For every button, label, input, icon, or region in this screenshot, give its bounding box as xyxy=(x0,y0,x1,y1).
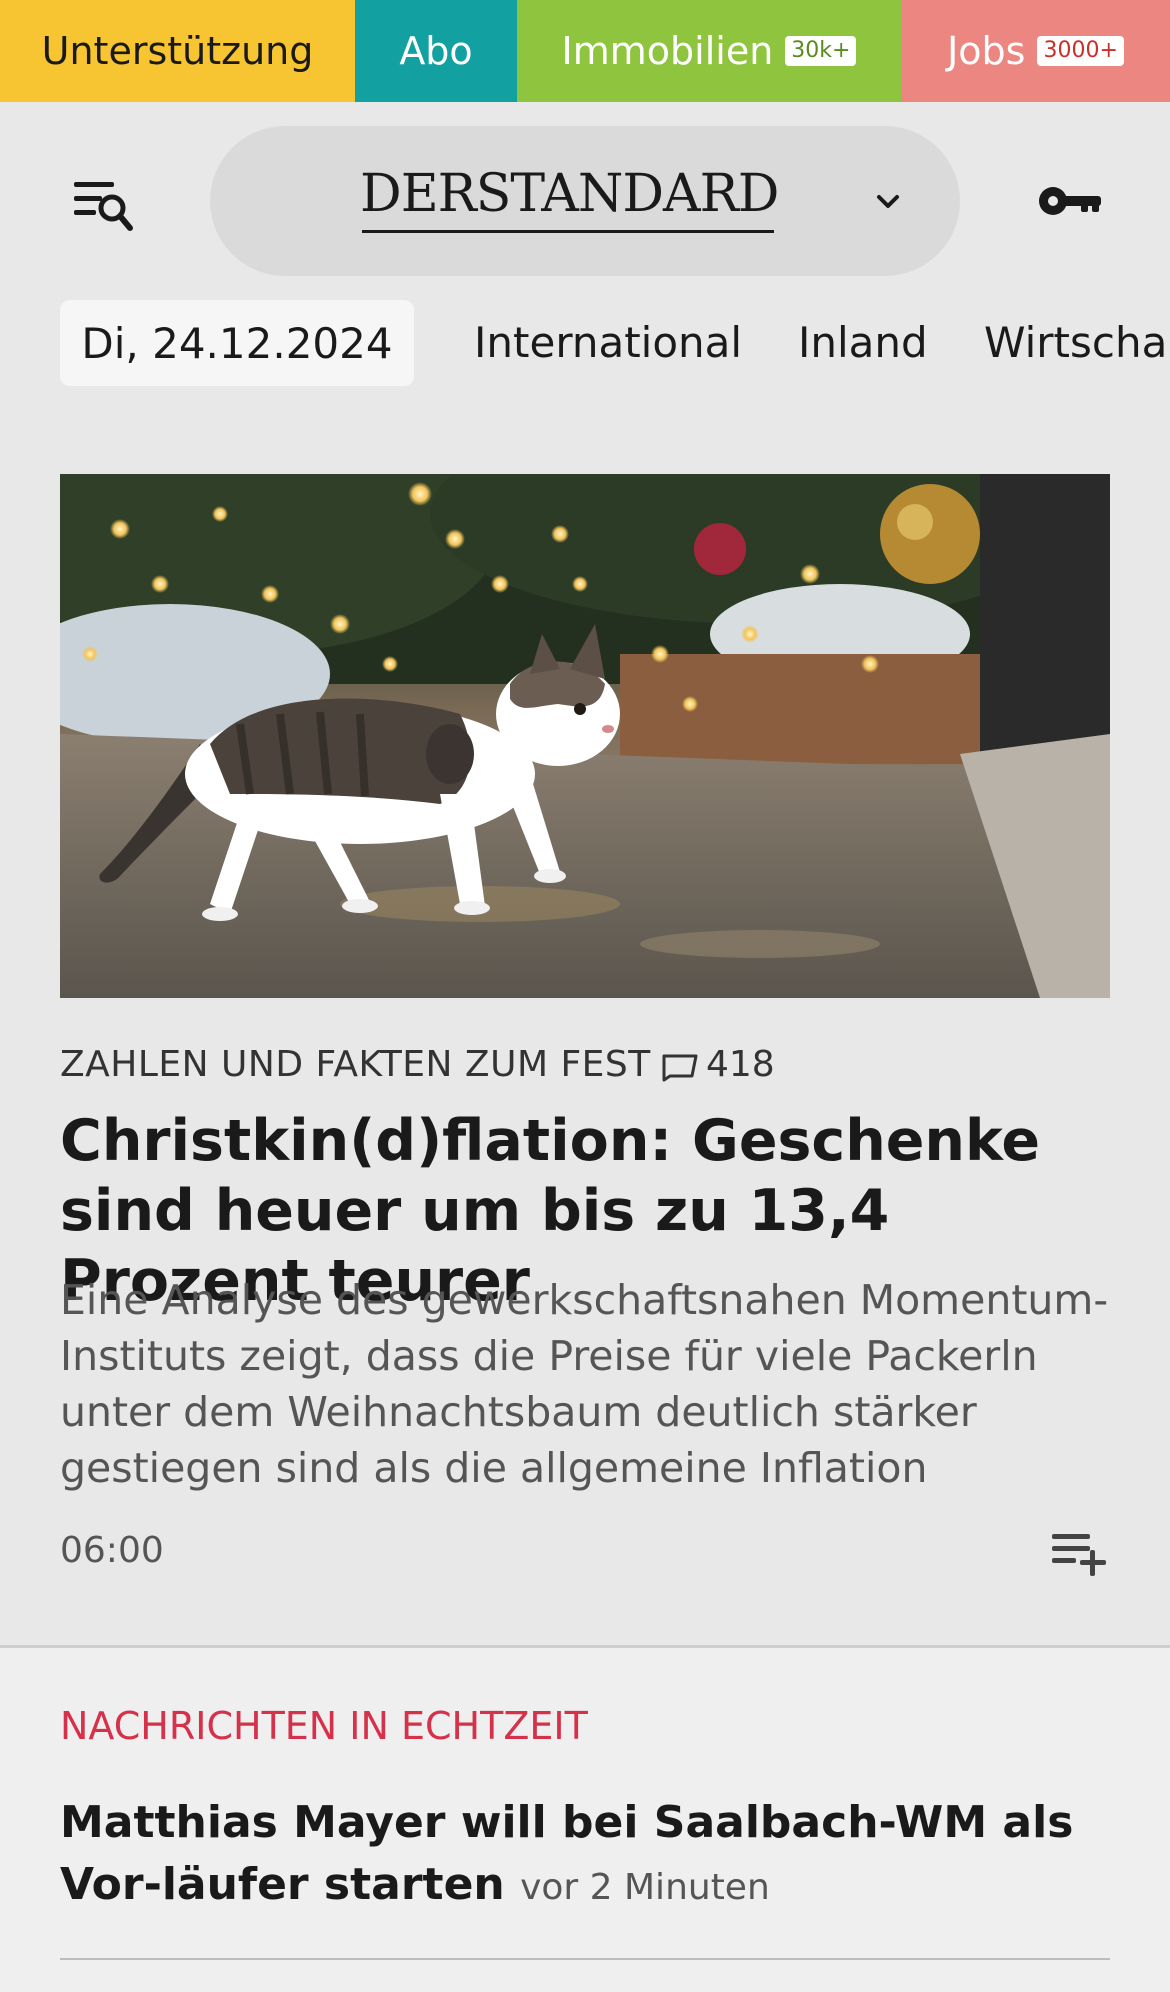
immobilien-link[interactable]: Immobilien 30k+ xyxy=(517,0,901,102)
chevron-down-icon xyxy=(870,184,906,220)
jobs-badge: 3000+ xyxy=(1037,36,1124,66)
date-label: Di, 24.12.2024 xyxy=(81,318,393,368)
jobs-label: Jobs xyxy=(947,29,1026,73)
article-kicker: ZAHLEN UND FAKTEN ZUM FEST xyxy=(60,1044,651,1085)
live-news-timestamp: vor 2 Minuten xyxy=(520,1867,770,1908)
nav-item-wirtschaft[interactable]: Wirtscha xyxy=(984,318,1167,367)
add-to-list-icon[interactable] xyxy=(1050,1528,1112,1576)
live-section-title[interactable]: NACHRICHTEN IN ECHTZEIT xyxy=(60,1704,588,1748)
logo-switcher[interactable]: DERSTANDARD xyxy=(210,126,960,276)
immobilien-badge: 30k+ xyxy=(785,36,857,66)
site-header: DERSTANDARD xyxy=(0,102,1170,292)
support-link[interactable]: Unterstützung xyxy=(0,0,355,102)
support-label: Unterstützung xyxy=(41,29,314,73)
section-nav: Di, 24.12.2024 International Inland Wirt… xyxy=(0,300,1170,386)
list-divider xyxy=(60,1958,1110,1960)
abo-label: Abo xyxy=(399,29,473,73)
article-time: 06:00 xyxy=(60,1530,164,1571)
date-chip[interactable]: Di, 24.12.2024 xyxy=(60,300,414,386)
nav-item-international[interactable]: International xyxy=(474,318,742,367)
live-news-item[interactable]: Matthias Mayer will bei Saalbach-WM als … xyxy=(60,1792,1120,1919)
nav-item-inland[interactable]: Inland xyxy=(798,318,928,367)
immobilien-label: Immobilien xyxy=(561,29,774,73)
comment-icon xyxy=(660,1050,700,1084)
comment-count[interactable]: 418 xyxy=(706,1044,775,1085)
jobs-link[interactable]: Jobs 3000+ xyxy=(901,0,1170,102)
top-service-bar: Unterstützung Abo Immobilien 30k+ Jobs 3… xyxy=(0,0,1170,102)
key-icon[interactable] xyxy=(1035,178,1105,224)
abo-link[interactable]: Abo xyxy=(355,0,517,102)
menu-search-icon[interactable] xyxy=(70,176,142,236)
article-teaser[interactable]: Eine Analyse des gewerkschaftsnahen Mome… xyxy=(60,1272,1120,1496)
site-logo: DERSTANDARD xyxy=(360,164,779,224)
logo-underline xyxy=(362,230,774,233)
article-hero-image[interactable] xyxy=(60,474,1110,998)
